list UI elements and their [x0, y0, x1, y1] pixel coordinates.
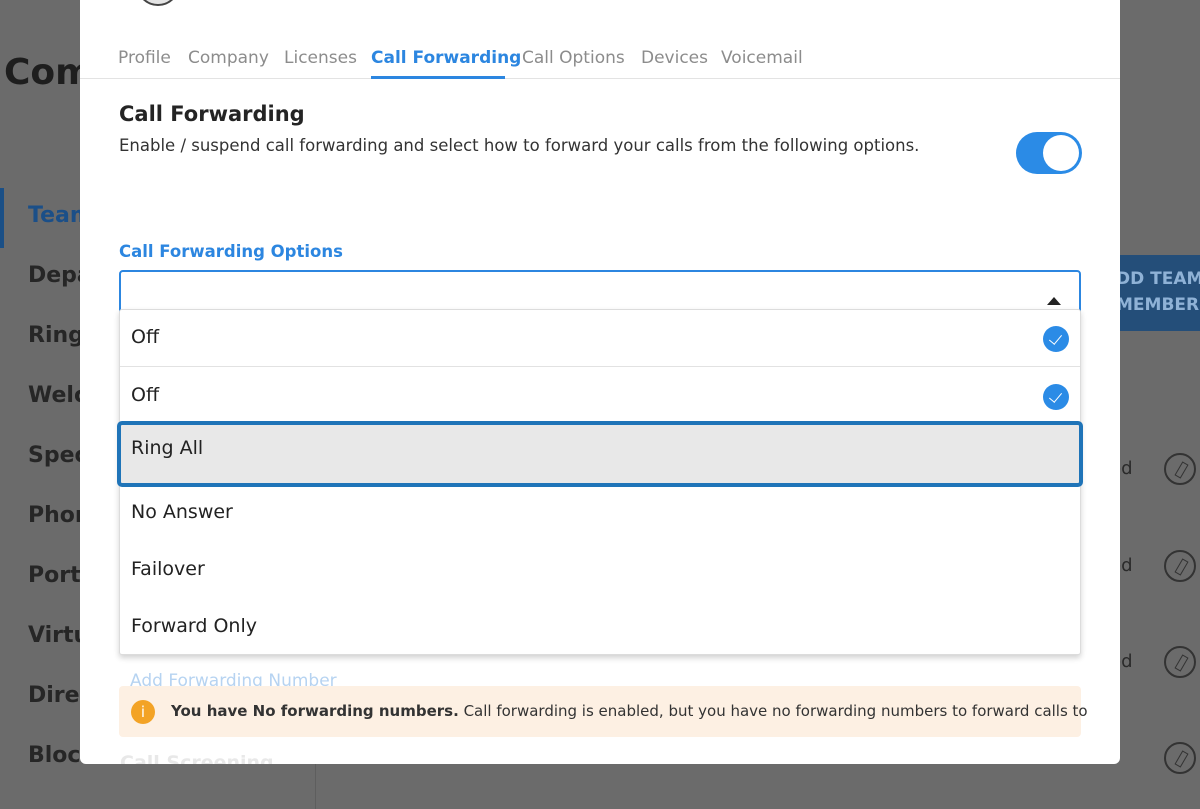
background-sidebar-active-indicator: [0, 188, 4, 248]
warning-detail-text: Call forwarding is enabled, but you have…: [458, 702, 1088, 720]
tab-profile[interactable]: Profile: [118, 48, 171, 68]
option-label: Failover: [131, 558, 205, 580]
background-nav-item: Welc: [28, 383, 87, 408]
pencil-icon: [1164, 453, 1196, 485]
option-label: Off: [131, 384, 160, 406]
tab-call-forwarding[interactable]: Call Forwarding: [371, 48, 521, 68]
no-forwarding-numbers-warning: i You have No forwarding numbers. Call f…: [119, 686, 1088, 737]
call-forwarding-options-select[interactable]: [119, 270, 1081, 314]
warning-bold-text: You have No forwarding numbers.: [171, 702, 459, 720]
tab-bar: Profile Company Licenses Call Forwarding…: [80, 44, 1120, 79]
info-icon: i: [131, 700, 155, 724]
background-nav-item: Spec: [28, 443, 88, 468]
tab-company[interactable]: Company: [188, 48, 269, 68]
warning-text: You have No forwarding numbers. Call for…: [171, 702, 1088, 720]
tab-licenses[interactable]: Licenses: [284, 48, 357, 68]
section-description: Enable / suspend call forwarding and sel…: [119, 136, 920, 155]
toggle-knob: [1043, 135, 1079, 171]
dropdown-option-off[interactable]: Off: [120, 368, 1080, 425]
background-add-button-line: MEMBER: [1116, 295, 1200, 315]
option-label: Ring All: [131, 437, 204, 459]
background-add-button-line: DD TEAM: [1116, 269, 1200, 289]
pencil-icon: [1164, 646, 1196, 678]
avatar: [136, 0, 180, 6]
section-title: Call Forwarding: [119, 102, 305, 126]
option-label: Forward Only: [131, 615, 257, 637]
tab-devices[interactable]: Devices: [641, 48, 708, 68]
dropdown-option-off[interactable]: Off: [120, 310, 1080, 367]
tab-call-options[interactable]: Call Options: [522, 48, 625, 68]
pencil-icon: [1164, 550, 1196, 582]
call-screening-heading: Call Screening: [120, 752, 274, 764]
call-forwarding-options-input[interactable]: [131, 278, 1011, 308]
dropdown-option-no-answer[interactable]: No Answer: [120, 485, 1080, 542]
tab-voicemail[interactable]: Voicemail: [721, 48, 803, 68]
call-forwarding-options-dropdown: Off Off Ring All No Answer Failover Forw…: [117, 309, 1083, 656]
call-forwarding-options-label: Call Forwarding Options: [119, 242, 343, 261]
active-tab-indicator: [371, 76, 505, 79]
pencil-icon: [1164, 742, 1196, 774]
dropdown-option-ring-all[interactable]: Ring All: [117, 421, 1083, 487]
dropdown-option-failover[interactable]: Failover: [120, 542, 1080, 599]
dropdown-option-forward-only[interactable]: Forward Only: [120, 599, 1080, 656]
checkmark-icon: [1043, 384, 1069, 410]
option-label: No Answer: [131, 501, 233, 523]
background-nav-item: Ring: [28, 323, 84, 348]
team-member-modal: Profile Company Licenses Call Forwarding…: [80, 0, 1120, 764]
checkmark-icon: [1043, 326, 1069, 352]
option-label: Off: [131, 326, 160, 348]
caret-up-icon[interactable]: [1047, 297, 1061, 305]
call-forwarding-toggle[interactable]: [1016, 132, 1082, 174]
